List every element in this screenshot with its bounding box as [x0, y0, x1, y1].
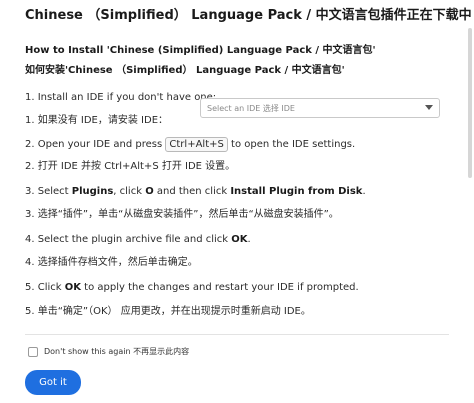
got-it-button[interactable]: Got it — [25, 370, 81, 395]
dont-show-again-option[interactable]: Don't show this again 不再显示此内容 — [28, 346, 189, 357]
dont-show-label: Don't show this again 不再显示此内容 — [44, 347, 190, 356]
shortcut-key: Ctrl+Alt+S — [165, 137, 228, 152]
ide-select-dropdown[interactable]: Select an IDE 选择 IDE — [200, 98, 440, 118]
step-1-en: 1. Install an IDE if you don't have one: — [25, 92, 217, 103]
chevron-down-icon — [425, 105, 433, 110]
ide-select-placeholder: Select an IDE 选择 IDE — [207, 104, 295, 113]
dialog-title: Chinese （Simplified） Language Pack / 中文语… — [25, 8, 472, 23]
install-from-disk-label: Install Plugin from Disk — [230, 186, 363, 197]
step-3-text-start: 3. Select — [25, 186, 72, 197]
dont-show-checkbox[interactable] — [28, 346, 38, 357]
step-3-text-end: . — [362, 186, 366, 197]
install-heading-zh: 如何安装'Chinese （Simplified） Language Pack … — [25, 65, 345, 76]
scrollbar-thumb[interactable] — [468, 28, 472, 178]
step-3-en: 3. Select Plugins, click O and then clic… — [25, 186, 366, 197]
step-3-zh: 3. 选择“插件”，单击“从磁盘安装插件”，然后单击“从磁盘安装插件”。 — [25, 209, 339, 220]
step-4-text-start: 4. Select the plugin archive file and cl… — [25, 234, 232, 245]
step-3-text-mid2: and then click — [153, 186, 231, 197]
ok-label: OK — [64, 282, 81, 293]
step-5-text-end: to apply the changes and restart your ID… — [80, 282, 359, 293]
plugins-label: Plugins — [71, 186, 114, 197]
divider — [25, 334, 449, 335]
step-4-zh: 4. 选择插件存档文件，然后单击确定。 — [25, 257, 198, 268]
scrollbar[interactable] — [468, 2, 472, 328]
step-2-text-start: 2. Open your IDE and press — [25, 139, 166, 150]
install-heading-en: How to Install 'Chinese (Simplified) Lan… — [25, 45, 376, 56]
step-5-zh: 5. 单击“确定”（OK） 应用更改，并在出现提示时重新启动 IDE。 — [25, 306, 311, 317]
ok-label: OK — [231, 234, 248, 245]
language-pack-dialog: Chinese （Simplified） Language Pack / 中文语… — [0, 0, 474, 403]
step-2-en: 2. Open your IDE and press Ctrl+Alt+S to… — [25, 137, 355, 152]
step-5-text-start: 5. Click — [25, 282, 65, 293]
step-2-text-end: to open the IDE settings. — [227, 139, 356, 150]
step-4-text-end: . — [247, 234, 251, 245]
step-1-zh: 1. 如果没有 IDE，请安装 IDE： — [25, 115, 169, 126]
gear-icon: O — [145, 186, 154, 197]
step-5-en: 5. Click OK to apply the changes and res… — [25, 282, 359, 293]
step-3-text-mid1: , click — [113, 186, 146, 197]
step-4-en: 4. Select the plugin archive file and cl… — [25, 234, 251, 245]
step-2-zh: 2. 打开 IDE 并按 Ctrl+Alt+S 打开 IDE 设置。 — [25, 161, 236, 172]
